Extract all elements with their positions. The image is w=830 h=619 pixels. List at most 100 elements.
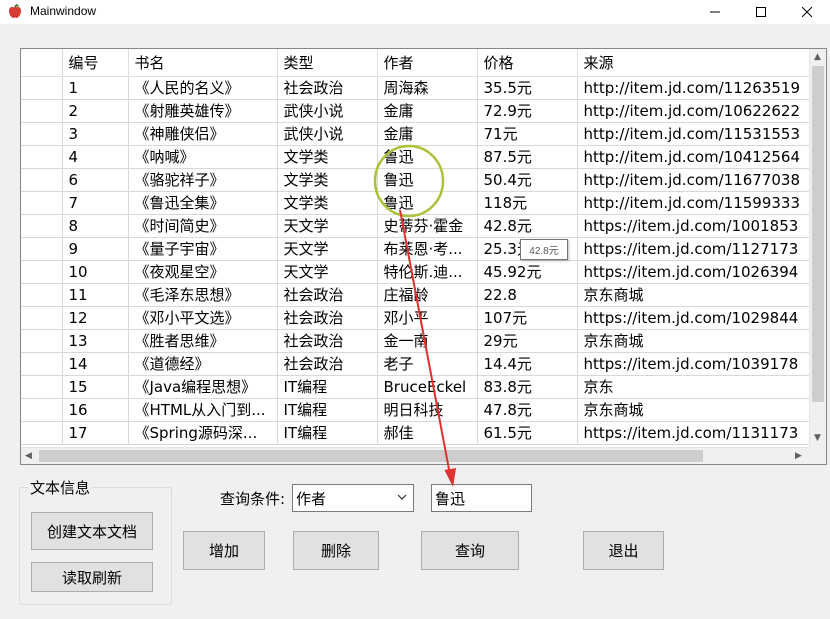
table-cell[interactable]: 郝佳 — [377, 421, 478, 445]
table-cell[interactable]: 社会政治 — [277, 352, 378, 376]
table-cell[interactable]: 天文学 — [277, 214, 378, 238]
horizontal-scroll-thumb[interactable] — [39, 450, 703, 462]
table-cell[interactable]: https://item.jd.com/1029844 — [577, 306, 817, 330]
table-row[interactable]: 14 《道德经》 社会政治 老子 14.4元 https://item.jd.com/10… — [21, 352, 817, 376]
table-row[interactable]: 8 《时间简史》 天文学 史蒂芬·霍金 42.8元 https://item.jd.com… — [21, 214, 817, 238]
table-cell[interactable]: 《神雕侠侣》 — [128, 122, 278, 146]
horizontal-scrollbar[interactable]: ◀ ▶ — [21, 447, 810, 464]
table-cell[interactable]: BruceEckel — [377, 375, 478, 399]
table-cell[interactable]: 天文学 — [277, 260, 378, 284]
table-cell[interactable]: 《道德经》 — [128, 352, 278, 376]
table-cell[interactable]: 4 — [62, 145, 129, 169]
table-cell[interactable]: 16 — [62, 398, 129, 422]
search-button[interactable]: 查询 — [421, 531, 519, 570]
table-cell[interactable]: 文学类 — [277, 191, 378, 215]
vertical-scrollbar[interactable]: ▲ ▼ — [809, 49, 826, 447]
table-cell[interactable]: 11 — [62, 283, 129, 307]
table-cell[interactable]: http://item.jd.com/10622622 — [577, 99, 817, 123]
row-header[interactable] — [21, 352, 63, 376]
table-cell[interactable]: 金庸 — [377, 99, 478, 123]
table-cell[interactable]: http://item.jd.com/11599333 — [577, 191, 817, 215]
row-header[interactable] — [21, 237, 63, 261]
table-row[interactable]: 10 《夜观星空》 天文学 特伦斯.迪... 45.92元 https://item.jd… — [21, 260, 817, 284]
table-cell[interactable]: 7 — [62, 191, 129, 215]
table-cell[interactable]: 《HTML从入门到... — [128, 398, 278, 422]
table-cell[interactable]: 29元 — [477, 329, 578, 353]
table-cell[interactable]: 47.8元 — [477, 398, 578, 422]
create-text-document-button[interactable]: 创建文本文档 — [31, 512, 153, 550]
book-table[interactable]: 编号 书名 类型 作者 价格 来源 1 《人民的名义》 社会政治 周海森 35.5元 ht… — [20, 48, 827, 465]
table-cell[interactable]: 社会政治 — [277, 306, 378, 330]
table-cell[interactable]: 社会政治 — [277, 76, 378, 100]
column-header[interactable]: 来源 — [577, 49, 817, 77]
table-cell[interactable]: 12 — [62, 306, 129, 330]
table-cell[interactable]: 3 — [62, 122, 129, 146]
table-row[interactable]: 15 《Java编程思想》 IT编程 BruceEckel 83.8元 京东 — [21, 375, 817, 399]
table-cell[interactable]: 14 — [62, 352, 129, 376]
column-header[interactable]: 编号 — [62, 49, 129, 77]
table-cell[interactable]: IT编程 — [277, 375, 378, 399]
table-cell[interactable]: 14.4元 — [477, 352, 578, 376]
exit-button[interactable]: 退出 — [583, 531, 664, 570]
row-header[interactable] — [21, 99, 63, 123]
add-button[interactable]: 增加 — [183, 531, 265, 570]
table-cell[interactable]: 社会政治 — [277, 283, 378, 307]
table-row[interactable]: 6 《骆驼祥子》 文学类 鲁迅 50.4元 http://item.jd.com/1167… — [21, 168, 817, 192]
table-cell[interactable]: 《胜者思维》 — [128, 329, 278, 353]
table-cell[interactable]: 1 — [62, 76, 129, 100]
table-cell[interactable]: 50.4元 — [477, 168, 578, 192]
table-cell[interactable]: 《呐喊》 — [128, 145, 278, 169]
table-cell[interactable]: 布莱恩·考... — [377, 237, 478, 261]
table-cell[interactable]: 鲁迅 — [377, 168, 478, 192]
table-cell[interactable]: 京东商城 — [577, 283, 817, 307]
table-cell[interactable]: 17 — [62, 421, 129, 445]
maximize-button[interactable] — [738, 0, 784, 24]
row-header[interactable] — [21, 214, 63, 238]
table-row[interactable]: 3 《神雕侠侣》 武侠小说 金庸 71元 http://item.jd.com/11531… — [21, 122, 817, 146]
row-header[interactable] — [21, 260, 63, 284]
table-cell[interactable]: http://item.jd.com/10412564 — [577, 145, 817, 169]
table-cell[interactable]: 42.8元 — [477, 214, 578, 238]
refresh-button[interactable]: 读取刷新 — [31, 562, 153, 592]
delete-button[interactable]: 删除 — [293, 531, 379, 570]
scroll-down-icon[interactable]: ▼ — [814, 433, 821, 443]
table-cell[interactable]: IT编程 — [277, 421, 378, 445]
table-cell[interactable]: 6 — [62, 168, 129, 192]
table-row[interactable]: 17 《Spring源码深... IT编程 郝佳 61.5元 https://item.j… — [21, 421, 817, 445]
table-row[interactable]: 1 《人民的名义》 社会政治 周海森 35.5元 http://item.jd.com/1… — [21, 76, 817, 100]
table-cell[interactable]: 天文学 — [277, 237, 378, 261]
table-row[interactable]: 2 《射雕英雄传》 武侠小说 金庸 72.9元 http://item.jd.com/10… — [21, 99, 817, 123]
table-cell[interactable]: 71元 — [477, 122, 578, 146]
table-cell[interactable]: 鲁迅 — [377, 191, 478, 215]
row-header[interactable] — [21, 306, 63, 330]
table-cell[interactable]: 明日科技 — [377, 398, 478, 422]
table-cell[interactable]: 《邓小平文选》 — [128, 306, 278, 330]
table-row[interactable]: 13 《胜者思维》 社会政治 金一南 29元 京东商城 — [21, 329, 817, 353]
table-cell[interactable]: http://item.jd.com/11263519 — [577, 76, 817, 100]
table-row[interactable]: 12 《邓小平文选》 社会政治 邓小平 107元 https://item.jd.com/… — [21, 306, 817, 330]
table-cell[interactable]: 《Spring源码深... — [128, 421, 278, 445]
row-header[interactable] — [21, 168, 63, 192]
column-header[interactable]: 书名 — [128, 49, 278, 77]
table-row[interactable]: 11 《毛泽东思想》 社会政治 庄福龄 22.8 京东商城 — [21, 283, 817, 307]
table-cell[interactable]: 文学类 — [277, 145, 378, 169]
column-header[interactable]: 类型 — [277, 49, 378, 77]
table-cell[interactable]: 老子 — [377, 352, 478, 376]
column-header[interactable]: 作者 — [377, 49, 478, 77]
table-cell[interactable]: 邓小平 — [377, 306, 478, 330]
table-cell[interactable]: 《鲁迅全集》 — [128, 191, 278, 215]
table-cell[interactable]: 社会政治 — [277, 329, 378, 353]
table-cell[interactable]: IT编程 — [277, 398, 378, 422]
table-cell[interactable]: 武侠小说 — [277, 122, 378, 146]
table-cell[interactable]: 《人民的名义》 — [128, 76, 278, 100]
table-cell[interactable]: 72.9元 — [477, 99, 578, 123]
row-header[interactable] — [21, 283, 63, 307]
table-cell[interactable]: 武侠小说 — [277, 99, 378, 123]
table-row[interactable]: 16 《HTML从入门到... IT编程 明日科技 47.8元 京东商城 — [21, 398, 817, 422]
minimize-button[interactable] — [692, 0, 738, 24]
table-cell[interactable]: 22.8 — [477, 283, 578, 307]
table-cell[interactable]: 金庸 — [377, 122, 478, 146]
table-cell[interactable]: 107元 — [477, 306, 578, 330]
row-header[interactable] — [21, 145, 63, 169]
table-cell[interactable]: 史蒂芬·霍金 — [377, 214, 478, 238]
